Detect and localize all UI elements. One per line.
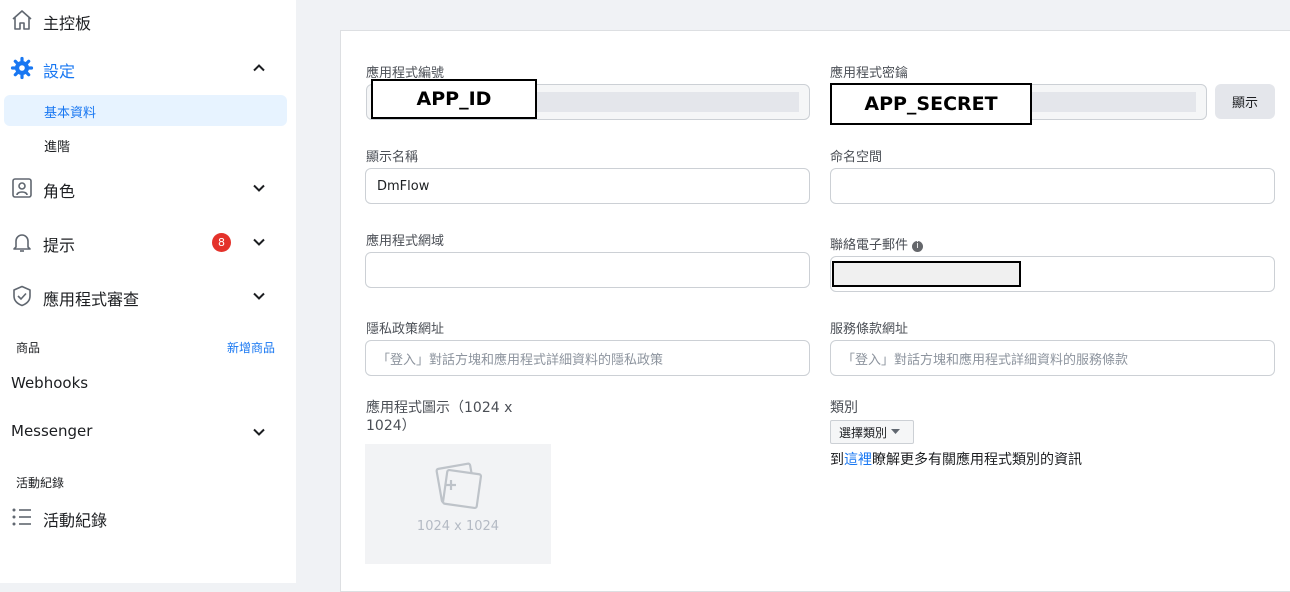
chevron-down-icon[interactable] [251, 234, 267, 250]
sidebar-item-settings[interactable]: 設定 [0, 56, 296, 81]
caret-down-icon [891, 429, 901, 434]
display-name-input[interactable]: DmFlow [365, 168, 810, 204]
sidebar-item-label: Messenger [11, 422, 93, 440]
terms-url-input[interactable]: 「登入」對話方塊和應用程式詳細資料的服務條款 [830, 340, 1275, 376]
sidebar-item-dashboard[interactable]: 主控板 [0, 8, 296, 33]
sidebar-item-advanced[interactable]: 進階 [4, 129, 287, 160]
home-icon [10, 8, 34, 32]
sidebar-item-label: 活動紀錄 [43, 511, 108, 530]
image-upload-icon [435, 462, 483, 510]
sidebar-item-label: 基本資料 [44, 106, 97, 121]
app-icon-label: 應用程式圖示（1024 x [366, 400, 513, 416]
info-icon[interactable]: i [912, 241, 924, 252]
activity-section-heading: 活動紀錄 [16, 476, 65, 490]
app-id-redaction: APP_ID [371, 79, 537, 119]
add-product-link[interactable]: 新增商品 [227, 339, 275, 356]
sidebar-item-label: Webhooks [11, 374, 89, 392]
namespace-label: 命名空間 [830, 150, 883, 165]
category-label: 類別 [830, 400, 858, 416]
chevron-down-icon[interactable] [251, 288, 267, 304]
show-secret-button[interactable]: 顯示 [1215, 84, 1275, 119]
sidebar-item-roles[interactable]: 角色 [0, 176, 296, 201]
contact-email-label-text: 聯絡電子郵件 [830, 238, 909, 253]
terms-url-placeholder: 「登入」對話方塊和應用程式詳細資料的服務條款 [842, 352, 1129, 368]
category-help-prefix: 到 [830, 452, 844, 468]
chevron-up-icon[interactable] [251, 60, 267, 76]
display-name-label: 顯示名稱 [366, 150, 419, 165]
sidebar-item-label: 進階 [44, 140, 71, 155]
namespace-input[interactable] [830, 168, 1275, 204]
privacy-url-input[interactable]: 「登入」對話方塊和應用程式詳細資料的隱私政策 [365, 340, 810, 376]
category-select[interactable]: 選擇類別 [830, 420, 914, 444]
sidebar-item-label: 主控板 [43, 14, 92, 33]
category-help-link[interactable]: 這裡 [844, 452, 872, 468]
app-secret-redaction: APP_SECRET [830, 83, 1032, 125]
app-secret-label: 應用程式密鑰 [830, 66, 909, 81]
gear-icon [10, 56, 34, 80]
app-icon-size-text: 1024 x 1024 [416, 519, 500, 534]
privacy-url-label: 隱私政策網址 [366, 322, 445, 337]
category-help-text: 到這裡瞭解更多有關應用程式類別的資訊 [830, 449, 1082, 469]
shield-check-icon [10, 284, 34, 308]
products-section-heading: 商品 [16, 341, 41, 355]
sidebar-item-webhooks[interactable]: Webhooks [0, 372, 296, 396]
sidebar-item-label: 設定 [43, 62, 76, 81]
user-card-icon [10, 176, 34, 200]
masked-value [1031, 92, 1196, 112]
app-icon-label-line2: 1024） [366, 418, 416, 434]
masked-value [535, 92, 799, 112]
app-icon-upload[interactable]: 1024 x 1024 [365, 444, 551, 564]
sidebar-item-activity-log[interactable]: 活動紀錄 [0, 505, 296, 530]
category-select-value: 選擇類別 [839, 425, 888, 440]
notification-badge: 8 [212, 233, 231, 252]
chevron-down-icon[interactable] [251, 424, 267, 440]
terms-url-label: 服務條款網址 [830, 322, 909, 337]
chevron-down-icon[interactable] [251, 180, 267, 196]
sidebar-item-label: 角色 [43, 182, 76, 201]
contact-email-redaction [832, 261, 1021, 287]
sidebar-item-alerts[interactable]: 提示 8 [0, 230, 296, 255]
sidebar-item-messenger[interactable]: Messenger [0, 420, 296, 444]
bell-icon [10, 230, 34, 254]
sidebar: 主控板 設定 基本資料 進階 角色 提示 8 應用程式審查 商品 新增商品 We… [0, 0, 296, 583]
app-domains-label: 應用程式網域 [366, 234, 445, 249]
sidebar-item-label: 應用程式審查 [43, 290, 140, 309]
sidebar-item-label: 提示 [43, 236, 76, 255]
app-domains-input[interactable] [365, 252, 810, 288]
category-help-suffix: 瞭解更多有關應用程式類別的資訊 [872, 452, 1082, 468]
sidebar-item-basic[interactable]: 基本資料 [4, 95, 287, 126]
privacy-url-placeholder: 「登入」對話方塊和應用程式詳細資料的隱私政策 [377, 352, 664, 368]
sidebar-item-app-review[interactable]: 應用程式審查 [0, 284, 296, 309]
list-icon [10, 505, 34, 529]
contact-email-label: 聯絡電子郵件 i [830, 234, 924, 253]
